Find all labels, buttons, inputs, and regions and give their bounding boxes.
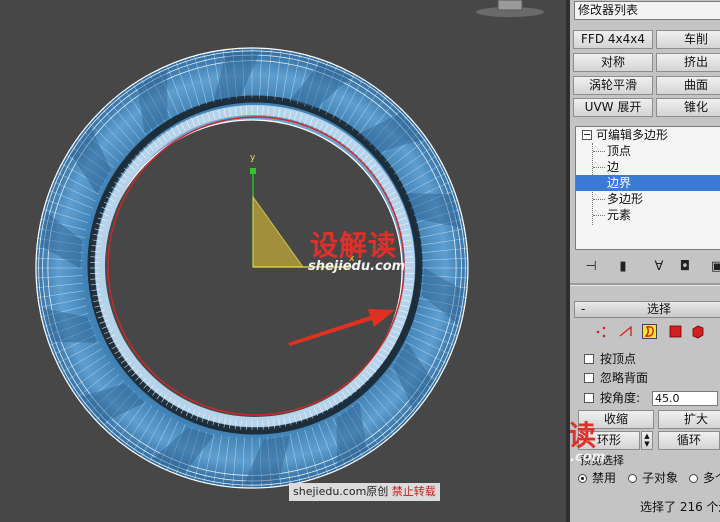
stack-item-border[interactable]: 边界: [576, 175, 720, 191]
credit-warning: 禁止转载: [391, 485, 436, 498]
ring-spinner[interactable]: ▲ ▼: [641, 431, 653, 450]
watermark-domain: shejiedu.com: [308, 259, 406, 274]
uvw-unwrap-button[interactable]: UVW 展开: [573, 98, 653, 117]
gizmo-y-handle[interactable]: [250, 168, 256, 174]
modify-panel: 修改器列表 FFD 4x4x4 车削 对称 挤出 涡轮平滑 曲面 UVW 展开 …: [570, 0, 720, 522]
watermark-logo: 设解读: [310, 229, 398, 262]
surface-button[interactable]: 曲面: [656, 76, 720, 95]
element-mode-icon[interactable]: [690, 324, 705, 339]
border-mode-icon[interactable]: [642, 324, 657, 339]
polygon-mode-icon[interactable]: [668, 324, 683, 339]
remove-modifier-icon[interactable]: ◘: [676, 258, 694, 276]
preview-multi-label: 多个: [703, 471, 720, 485]
make-unique-icon[interactable]: ∀: [650, 258, 668, 276]
grow-button[interactable]: 扩大: [658, 410, 720, 429]
extrude-button[interactable]: 挤出: [656, 53, 720, 72]
loop-button[interactable]: 循环: [658, 431, 720, 450]
stack-item-edge[interactable]: 边: [576, 159, 720, 175]
by-vertex-label: 按顶点: [600, 352, 637, 366]
preview-subobject-radio[interactable]: [628, 474, 637, 483]
viewport-scene: [35, 47, 469, 489]
symmetry-button[interactable]: 对称: [573, 53, 653, 72]
by-angle-checkbox[interactable]: [584, 393, 594, 403]
credit-banner: shejiedu.com原创 禁止转载: [289, 483, 440, 501]
stack-item-element[interactable]: 元素: [576, 207, 720, 223]
watermark-domain-panel: shejiedu.com: [570, 450, 606, 465]
configure-sets-icon[interactable]: ▣: [708, 258, 720, 276]
preview-multi-radio[interactable]: [689, 474, 698, 483]
rollout-title: 选择: [647, 302, 672, 316]
taper-button[interactable]: 锥化: [656, 98, 720, 117]
edge-mode-icon[interactable]: [618, 324, 633, 339]
lathe-button[interactable]: 车削: [656, 30, 720, 49]
axis-y-label: y: [250, 153, 256, 163]
panel-separator: [570, 283, 720, 286]
stack-item-polygon[interactable]: 多边形: [576, 191, 720, 207]
gizmo-plane-handle[interactable]: [252, 195, 304, 268]
viewcube[interactable]: [474, 0, 546, 18]
annotation-arrow: [288, 309, 395, 346]
perspective-viewport[interactable]: y x 设解读 shejiedu.com shejiedu.com原创 禁止转载: [0, 0, 566, 522]
stack-item-vertex[interactable]: 顶点: [576, 143, 720, 159]
vertex-mode-icon[interactable]: [594, 324, 609, 339]
ffd-button[interactable]: FFD 4x4x4: [573, 30, 653, 49]
modifier-list-dropdown[interactable]: 修改器列表: [574, 1, 720, 20]
angle-input[interactable]: 45.0: [652, 391, 718, 406]
by-vertex-checkbox[interactable]: [584, 354, 594, 364]
by-angle-label: 按角度:: [600, 391, 641, 405]
pin-stack-icon[interactable]: ⊣: [582, 258, 600, 276]
preview-disabled-label: 禁用: [592, 471, 617, 485]
ignore-backfacing-checkbox[interactable]: [584, 373, 594, 383]
selection-status: 选择了 216 个边界: [640, 500, 720, 514]
credit-site: shejiedu.com原创: [293, 485, 389, 498]
preview-disabled-radio[interactable]: [578, 474, 587, 483]
selection-rollout-header[interactable]: - 选择: [574, 301, 720, 318]
modifier-stack[interactable]: 可编辑多边形 顶点 边 边界 多边形 元素: [575, 126, 720, 250]
stack-root-editable-poly[interactable]: 可编辑多边形: [576, 127, 720, 143]
show-end-result-icon[interactable]: ▮: [614, 258, 632, 276]
preview-subobject-label: 子对象: [642, 471, 679, 485]
watermark-logo-panel: 设解读: [570, 419, 598, 452]
ignore-backfacing-label: 忽略背面: [600, 371, 649, 385]
rollout-collapse-toggle[interactable]: -: [581, 302, 585, 317]
turbosmooth-button[interactable]: 涡轮平滑: [573, 76, 653, 95]
